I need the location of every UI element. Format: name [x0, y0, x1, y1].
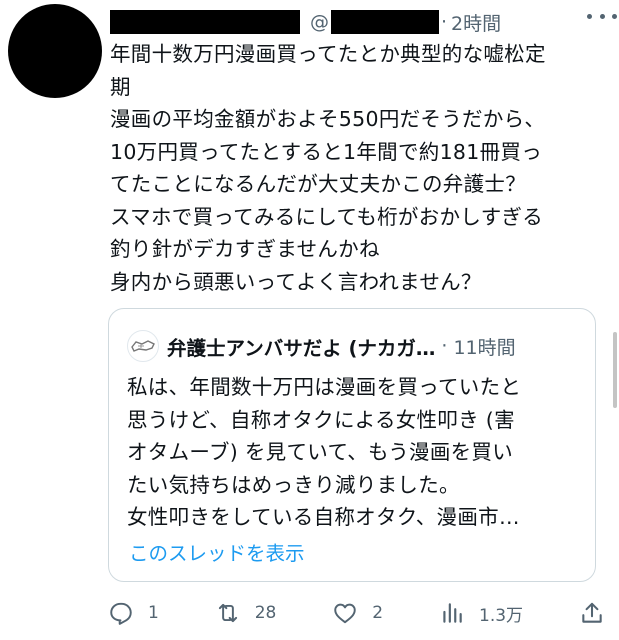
handle-at-sign: @ [310, 11, 329, 33]
views-icon [443, 603, 462, 623]
share-button[interactable] [579, 600, 605, 626]
tweet-text-line: スマホで買ってみるにしても桁がおかしすぎる [110, 204, 544, 229]
quoted-tweet-text: 私は、年間数十万円は漫画を買っていたと 思うけど、自称オタクによる女性叩き (害… [127, 371, 577, 534]
quoted-author-name[interactable]: 弁護士アンバサだよ (ナカガ… [167, 332, 435, 361]
tweet-text-line: てたことになるんだが大丈夫かこの弁護士？ [110, 172, 526, 196]
like-count: 2 [372, 603, 384, 623]
retweet-count: 28 [254, 603, 277, 623]
tweet-text-line: 漫画の平均金額がおよそ550円だそうだから、 [110, 107, 546, 131]
views-button[interactable]: 1.3万 [439, 600, 523, 626]
quoted-author-avatar [127, 330, 159, 362]
separator-dot: · [441, 335, 448, 357]
tweet-header: @ · 2時間 [110, 6, 611, 38]
like-button[interactable]: 2 [332, 600, 383, 626]
quoted-text-line: たい気持ちはめっきり減りました。 [127, 472, 460, 497]
share-icon [582, 602, 602, 623]
retweet-icon [218, 603, 237, 623]
views-count: 1.3万 [479, 605, 524, 626]
quoted-tweet-time[interactable]: 11時間 [453, 333, 515, 360]
tweet-text-line: 年間十数万円漫画買ってたとか典型的な嘘松定 [110, 42, 546, 66]
tweet-time[interactable]: 2時間 [451, 9, 501, 36]
scrollbar[interactable] [613, 332, 617, 408]
quoted-text-line: オタムーブ) を見ていて、もう漫画を買い [127, 440, 514, 464]
tweet-text-line: 期 [110, 74, 131, 99]
reply-button[interactable]: 1 [108, 600, 159, 626]
heart-icon [334, 603, 357, 624]
tweet-text: 年間十数万円漫画買ってたとか典型的な嘘松定 期 漫画の平均金額がおよそ550円だ… [110, 38, 610, 298]
reply-icon [110, 602, 132, 625]
tweet-text-line: 釣り針がデカすぎませんかね [110, 237, 380, 261]
tweet-text-line: 10万円買ってたとすると1年間で約181冊買っ [110, 139, 543, 164]
quoted-text-line: 女性叩きをしている自称オタク、漫画市… [127, 505, 520, 529]
tweet-text-line: 身内から頭悪いってよく言われません？ [110, 269, 482, 294]
quoted-tweet-header: 弁護士アンバサだよ (ナカガ… · 11時間 [127, 330, 583, 362]
separator-dot: · [441, 11, 448, 33]
quoted-text-line: 思うけど、自称オタクによる女性叩き (害 [127, 407, 515, 432]
more-icon[interactable] [587, 4, 617, 28]
reply-count: 1 [148, 603, 159, 623]
show-thread-link[interactable]: このスレッドを表示 [129, 537, 305, 566]
redacted-display-name[interactable] [110, 10, 300, 34]
redacted-handle[interactable] [331, 10, 439, 34]
retweet-button[interactable]: 28 [215, 600, 277, 626]
tweet-actions: 1 28 2 1.3万 [108, 596, 605, 630]
author-avatar[interactable] [8, 4, 102, 98]
quoted-tweet-card[interactable]: 弁護士アンバサだよ (ナカガ… · 11時間 私は、年間数十万円は漫画を買ってい… [108, 308, 596, 582]
quoted-text-line: 私は、年間数十万円は漫画を買っていたと [127, 375, 522, 399]
